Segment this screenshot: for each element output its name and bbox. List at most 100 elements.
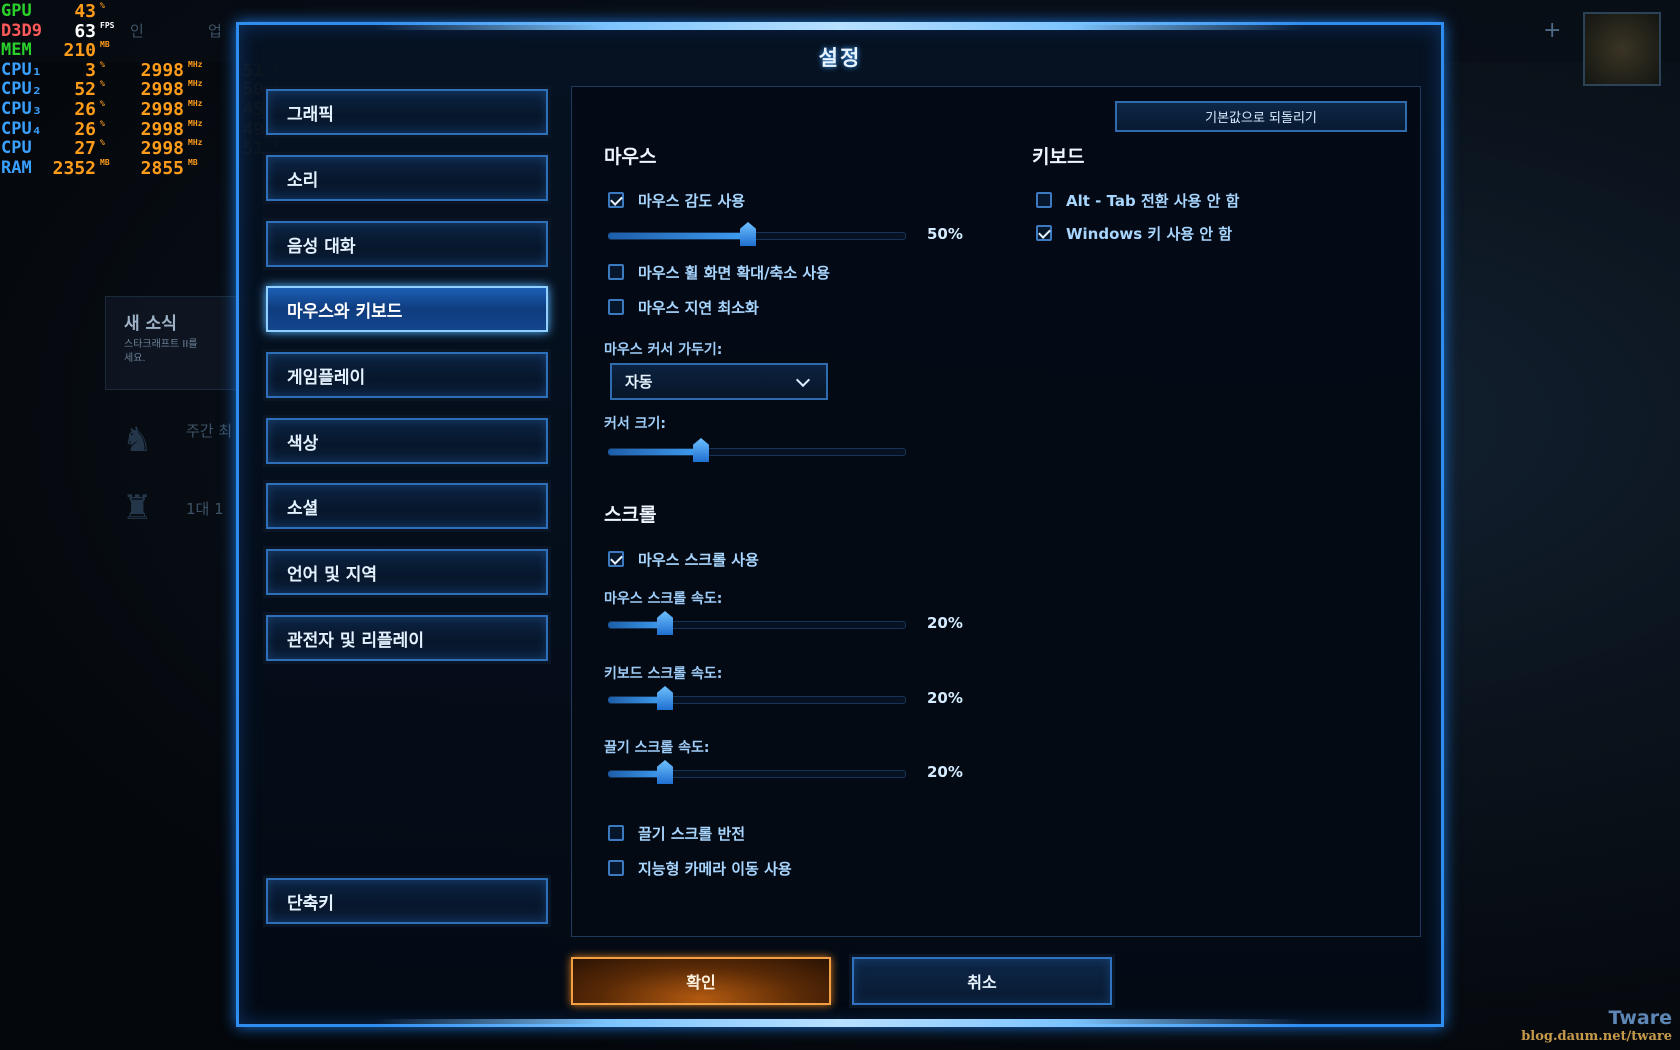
sidebar-item-colors[interactable]: 색상 — [266, 418, 548, 464]
hw-unit: MB — [100, 40, 110, 50]
reset-defaults-button[interactable]: 기본값으로 되돌리기 — [1115, 101, 1407, 132]
hw-value: 2998 — [140, 118, 184, 140]
drag-scroll-invert-checkbox-row[interactable]: 끌기 스크롤 반전 — [608, 822, 745, 844]
slider-thumb[interactable] — [657, 760, 673, 784]
hw-value: 43 — [74, 1, 96, 22]
wheel-zoom-checkbox[interactable] — [608, 264, 624, 280]
sidebar-item-hotkeys[interactable]: 단축키 — [266, 878, 548, 924]
cursor-confine-label: 마우스 커서 가두기: — [604, 342, 723, 358]
hw-value: 2998 — [140, 59, 184, 81]
mouse-sensitivity-slider[interactable] — [608, 222, 906, 248]
sidebar-item-observer-replay[interactable]: 관전자 및 리플레이 — [266, 615, 548, 661]
cancel-button[interactable]: 취소 — [852, 957, 1112, 1005]
smart-camera-checkbox-row[interactable]: 지능형 카메라 이동 사용 — [608, 857, 792, 879]
keyboard-scroll-speed-value: 20% — [927, 689, 963, 707]
mouse-scroll-checkbox-row[interactable]: 마우스 스크롤 사용 — [608, 548, 759, 570]
hw-unit: % — [100, 59, 105, 69]
alt-tab-checkbox[interactable] — [1036, 192, 1052, 208]
sidebar-item-social[interactable]: 소셜 — [266, 483, 548, 529]
chevron-down-icon — [795, 372, 811, 388]
sidebar-item-mouse-keyboard[interactable]: 마우스와 키보드 — [266, 286, 548, 332]
cursor-size-slider[interactable] — [608, 438, 906, 464]
hw-unit: MHz — [188, 79, 203, 89]
checkbox-label: 마우스 휠 화면 확대/축소 사용 — [638, 263, 830, 282]
hw-unit: MHz — [188, 118, 203, 128]
hw-unit: MB — [100, 157, 110, 167]
news-title: 새 소식 — [124, 314, 177, 334]
checkbox-label: Alt - Tab 전환 사용 안 함 — [1066, 191, 1240, 210]
reduce-mouse-lag-checkbox[interactable] — [608, 299, 624, 315]
dialog-title: 설정 — [818, 46, 862, 70]
mouse-scroll-speed-slider[interactable] — [608, 611, 906, 637]
bg-list-faint: 1대 1 — [186, 500, 224, 518]
hw-value: 2998 — [140, 138, 184, 160]
hw-unit: MHz — [188, 138, 203, 148]
hw-value: 52 — [74, 79, 96, 101]
hw-value: 63 — [74, 20, 96, 42]
cursor-confine-dropdown[interactable]: 자동 — [610, 363, 828, 400]
slider-fill — [608, 697, 663, 703]
drag-scroll-invert-checkbox[interactable] — [608, 825, 624, 841]
hw-unit: % — [100, 1, 105, 10]
hw-label: GPU — [1, 1, 32, 21]
dialog-top-ornament — [374, 22, 1304, 30]
sidebar-item-gameplay[interactable]: 게임플레이 — [266, 352, 548, 398]
hw-label: CPU — [1, 138, 32, 159]
mouse-sensitivity-checkbox-row[interactable]: 마우스 감도 사용 — [608, 189, 745, 211]
hw-value: 27 — [74, 138, 96, 160]
confirm-button[interactable]: 확인 — [571, 957, 831, 1005]
settings-dialog: 설정 그래픽 소리 음성 대화 마우스와 키보드 게임플레이 색상 소셜 언어 … — [236, 22, 1444, 1027]
watermark-url: blog.daum.net/tware — [1521, 1029, 1672, 1044]
settings-content-panel: 기본값으로 되돌리기 마우스 마우스 감도 사용 50% 마우스 휠 화면 확대… — [571, 86, 1421, 937]
news-sub: 세요. — [124, 353, 146, 364]
slider-fill — [608, 622, 663, 628]
slider-fill — [608, 771, 663, 777]
hw-label: CPU₃ — [1, 99, 42, 119]
cursor-size-label: 커서 크기: — [604, 416, 666, 432]
slider-thumb[interactable] — [657, 611, 673, 635]
drag-scroll-speed-slider[interactable] — [608, 760, 906, 786]
hw-unit: % — [100, 99, 105, 108]
checkbox-label: Windows 키 사용 안 함 — [1066, 224, 1233, 243]
slider-fill — [608, 233, 746, 239]
sidebar-item-language-region[interactable]: 언어 및 지역 — [266, 549, 548, 595]
windows-key-checkbox[interactable] — [1036, 225, 1052, 241]
hw-value: 26 — [74, 99, 96, 120]
hw-unit: MHz — [188, 99, 203, 108]
watermark: Tware blog.daum.net/tware — [1521, 1007, 1672, 1044]
mouse-sensitivity-value: 50% — [927, 225, 963, 243]
checkbox-label: 마우스 감도 사용 — [638, 191, 746, 210]
slider-thumb[interactable] — [657, 686, 673, 710]
hw-unit: MHz — [188, 59, 203, 69]
wheel-zoom-checkbox-row[interactable]: 마우스 휠 화면 확대/축소 사용 — [608, 261, 830, 283]
hw-value: 26 — [74, 118, 96, 140]
hw-value: 2352 — [52, 157, 96, 179]
alt-tab-checkbox-row[interactable]: Alt - Tab 전환 사용 안 함 — [1036, 189, 1239, 211]
hw-label: RAM — [1, 157, 32, 178]
hw-label: MEM — [1, 40, 32, 61]
windows-key-checkbox-row[interactable]: Windows 키 사용 안 함 — [1036, 222, 1232, 244]
mouse-scroll-checkbox[interactable] — [608, 551, 624, 567]
sidebar-item-graphics[interactable]: 그래픽 — [266, 89, 548, 135]
smart-camera-checkbox[interactable] — [608, 860, 624, 876]
hw-monitor-row: GPU 43% — [0, 1, 300, 22]
hw-label: CPU₂ — [1, 79, 42, 100]
hw-label: D3D9 — [1, 20, 42, 41]
hw-unit: FPS — [100, 20, 115, 30]
checkbox-label: 지능형 카메라 이동 사용 — [638, 859, 792, 878]
mouse-sensitivity-checkbox[interactable] — [608, 192, 624, 208]
slider-thumb[interactable] — [693, 438, 709, 462]
sidebar-item-sound[interactable]: 소리 — [266, 155, 548, 201]
dropdown-value: 자동 — [625, 373, 653, 391]
hw-value: 210 — [63, 40, 96, 62]
reduce-mouse-lag-checkbox-row[interactable]: 마우스 지연 최소화 — [608, 296, 759, 318]
hw-unit: MB — [188, 157, 198, 167]
hw-value: 2855 — [140, 157, 184, 179]
checkbox-label: 마우스 스크롤 사용 — [638, 550, 759, 569]
drag-scroll-speed-value: 20% — [927, 763, 963, 781]
slider-fill — [608, 449, 699, 455]
checkbox-label: 끌기 스크롤 반전 — [638, 824, 746, 843]
keyboard-scroll-speed-slider[interactable] — [608, 686, 906, 712]
sidebar-item-voice-chat[interactable]: 음성 대화 — [266, 221, 548, 267]
slider-thumb[interactable] — [740, 222, 756, 246]
